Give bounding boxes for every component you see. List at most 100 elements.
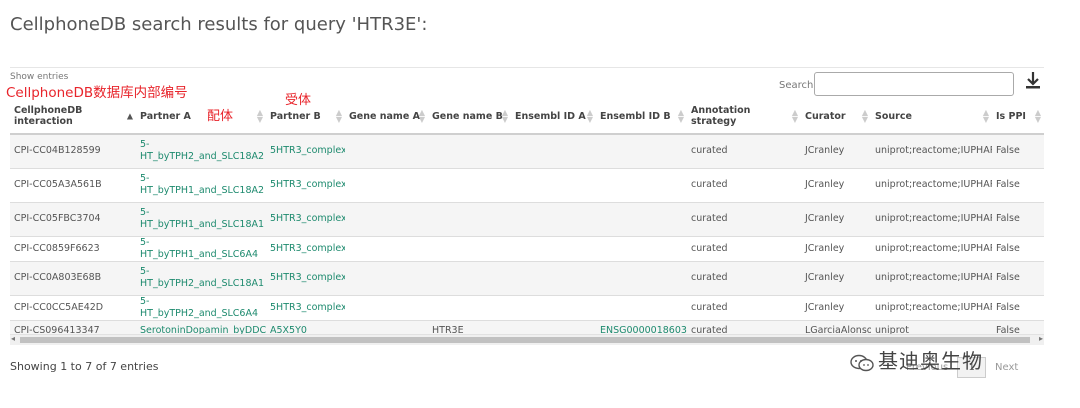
table-cell: uniprot;reactome;IUPHAR bbox=[871, 167, 992, 202]
column-header-label: Is PPI bbox=[996, 110, 1026, 122]
column-header-gene-name-b[interactable]: Gene name B ▲ ▼ bbox=[428, 99, 511, 135]
table-cell bbox=[345, 167, 428, 202]
search-input[interactable] bbox=[814, 72, 1014, 96]
column-header-ensembl-id-a[interactable]: Ensembl ID A ▲ ▼ bbox=[511, 99, 596, 135]
divider bbox=[10, 67, 1044, 68]
table-cell: JCranley bbox=[801, 235, 871, 261]
column-header-label: Source bbox=[875, 110, 912, 122]
column-header-label: Ensembl ID B bbox=[600, 110, 671, 122]
annotation-id-label: CellphoneDB数据库内部编号 bbox=[6, 85, 188, 101]
table-cell: False bbox=[992, 235, 1044, 261]
column-header-cellphonedb-interaction[interactable]: CellphoneDB interaction ▲ bbox=[10, 99, 136, 135]
table-cell[interactable]: 5HTR3_complex bbox=[266, 235, 345, 261]
table-cell bbox=[596, 294, 687, 320]
table-cell[interactable]: 5HTR3_complex bbox=[266, 260, 345, 295]
table-cell bbox=[345, 235, 428, 261]
table-cell: JCranley bbox=[801, 294, 871, 320]
table-cell bbox=[511, 235, 596, 261]
table-row[interactable]: CPI-CC0CC5AE42D 5-HT_byTPH2_and_SLC6A4 5HT… bbox=[10, 294, 1044, 320]
table-row[interactable]: CPI-CC04B128599 5- HT_byTPH2_and_SLC18A2 5H… bbox=[10, 133, 1044, 168]
sort-icon: ▲ ▼ bbox=[586, 108, 593, 124]
column-header-label: Gene name B bbox=[432, 110, 503, 122]
table-cell: CPI-CC05FBC3704 bbox=[10, 201, 136, 236]
column-header-label: Gene name A bbox=[349, 110, 420, 122]
table-cell bbox=[345, 133, 428, 168]
table-row[interactable]: CPI-CC05A3A561B 5- HT_byTPH1_and_SLC18A2 5H… bbox=[10, 167, 1044, 202]
results-table: CellphoneDB interaction ▲ Partner A ▲ ▼ Partn… bbox=[10, 99, 1044, 341]
table-cell: uniprot;reactome;IUPHAR bbox=[871, 201, 992, 236]
table-cell bbox=[428, 133, 511, 168]
table-cell: CPI-CC0859F6623 bbox=[10, 235, 136, 261]
table-cell[interactable]: 5- HT_byTPH2_and_SLC18A2 bbox=[136, 133, 266, 168]
table-cell: False bbox=[992, 167, 1044, 202]
table-cell bbox=[596, 167, 687, 202]
table-cell[interactable]: 5- HT_byTPH2_and_SLC18A1 bbox=[136, 260, 266, 295]
table-row[interactable]: CPI-CC05FBC3704 5- HT_byTPH1_and_SLC18A1 5H… bbox=[10, 201, 1044, 236]
scrollbar-thumb[interactable] bbox=[20, 337, 1030, 343]
table-cell: uniprot;reactome;IUPHAR bbox=[871, 260, 992, 295]
wechat-icon bbox=[850, 354, 874, 371]
column-header-annotation-strategy[interactable]: Annotation strategy ▲ ▼ bbox=[687, 99, 801, 135]
table-cell: JCranley bbox=[801, 260, 871, 295]
scroll-left-icon[interactable]: ◂ bbox=[11, 334, 15, 343]
table-cell bbox=[511, 167, 596, 202]
table-cell bbox=[596, 133, 687, 168]
table-cell bbox=[345, 260, 428, 295]
table-cell[interactable]: 5HTR3_complex bbox=[266, 294, 345, 320]
column-header-partner-a[interactable]: Partner A ▲ ▼ bbox=[136, 99, 266, 135]
table-cell[interactable]: 5HTR3_complex bbox=[266, 167, 345, 202]
horizontal-scrollbar[interactable]: ◂ ▸ bbox=[10, 334, 1044, 345]
table-cell bbox=[345, 201, 428, 236]
sort-icon: ▲ ▼ bbox=[791, 108, 798, 124]
column-header-curator[interactable]: Curator ▲ ▼ bbox=[801, 99, 871, 135]
table-cell: curated bbox=[687, 235, 801, 261]
column-header-is-ppi[interactable]: Is PPI ▲ ▼ bbox=[992, 99, 1044, 135]
table-cell[interactable]: 5HTR3_complex bbox=[266, 201, 345, 236]
table-cell: uniprot;reactome;IUPHAR bbox=[871, 235, 992, 261]
table-cell[interactable]: 5- HT_byTPH1_and_SLC18A2 bbox=[136, 167, 266, 202]
table-row[interactable]: CPI-CC0A803E68B 5- HT_byTPH2_and_SLC18A1 5H… bbox=[10, 260, 1044, 295]
table-cell: CPI-CC0CC5AE42D bbox=[10, 294, 136, 320]
table-cell: curated bbox=[687, 260, 801, 295]
column-header-label: CellphoneDB interaction bbox=[14, 105, 83, 127]
sort-icon: ▲ ▼ bbox=[256, 108, 263, 124]
column-header-ensembl-id-b[interactable]: Ensembl ID B ▲ ▼ bbox=[596, 99, 687, 135]
table-cell: JCranley bbox=[801, 167, 871, 202]
column-header-gene-name-a[interactable]: Gene name A ▲ ▼ bbox=[345, 99, 428, 135]
table-cell: False bbox=[992, 201, 1044, 236]
table-row[interactable]: CPI-CC0859F6623 5-HT_byTPH1_and_SLC6A4 5HT… bbox=[10, 235, 1044, 261]
table-cell: False bbox=[992, 260, 1044, 295]
table-body: CPI-CC04B128599 5- HT_byTPH2_and_SLC18A2 5H… bbox=[10, 133, 1044, 341]
column-header-label: Partner B bbox=[270, 110, 321, 122]
table-cell: False bbox=[992, 294, 1044, 320]
sort-icon: ▲ ▼ bbox=[982, 108, 989, 124]
table-cell[interactable]: 5-HT_byTPH1_and_SLC6A4 bbox=[136, 235, 266, 261]
table-header-row: CellphoneDB interaction ▲ Partner A ▲ ▼ Partn… bbox=[10, 99, 1044, 135]
table-cell bbox=[428, 167, 511, 202]
table-cell bbox=[345, 294, 428, 320]
table-cell: curated bbox=[687, 201, 801, 236]
table-cell: JCranley bbox=[801, 133, 871, 168]
download-icon[interactable] bbox=[1024, 70, 1042, 92]
table-cell: CPI-CC05A3A561B bbox=[10, 167, 136, 202]
column-header-partner-b[interactable]: Partner B ▲ ▼ bbox=[266, 99, 345, 135]
column-header-source[interactable]: Source ▲ ▼ bbox=[871, 99, 992, 135]
table-cell[interactable]: 5-HT_byTPH2_and_SLC6A4 bbox=[136, 294, 266, 320]
column-header-label: Partner A bbox=[140, 110, 191, 122]
page-title: CellphoneDB search results for query 'HT… bbox=[10, 14, 428, 35]
table-cell: uniprot;reactome;IUPHAR bbox=[871, 294, 992, 320]
watermark: 基迪奥生物 bbox=[850, 345, 983, 374]
next-page-button[interactable]: Next bbox=[989, 358, 1024, 377]
sort-asc-icon: ▲ bbox=[126, 111, 133, 121]
table-info: Showing 1 to 7 of 7 entries bbox=[10, 360, 159, 373]
table-cell: uniprot;reactome;IUPHAR bbox=[871, 133, 992, 168]
table-cell bbox=[511, 260, 596, 295]
table-cell bbox=[596, 201, 687, 236]
table-cell bbox=[511, 201, 596, 236]
table-cell[interactable]: 5HTR3_complex bbox=[266, 133, 345, 168]
table-cell bbox=[428, 260, 511, 295]
table-cell[interactable]: 5- HT_byTPH1_and_SLC18A1 bbox=[136, 201, 266, 236]
scroll-right-icon[interactable]: ▸ bbox=[1039, 334, 1043, 343]
sort-icon: ▲ ▼ bbox=[1034, 108, 1041, 124]
table-cell bbox=[428, 294, 511, 320]
